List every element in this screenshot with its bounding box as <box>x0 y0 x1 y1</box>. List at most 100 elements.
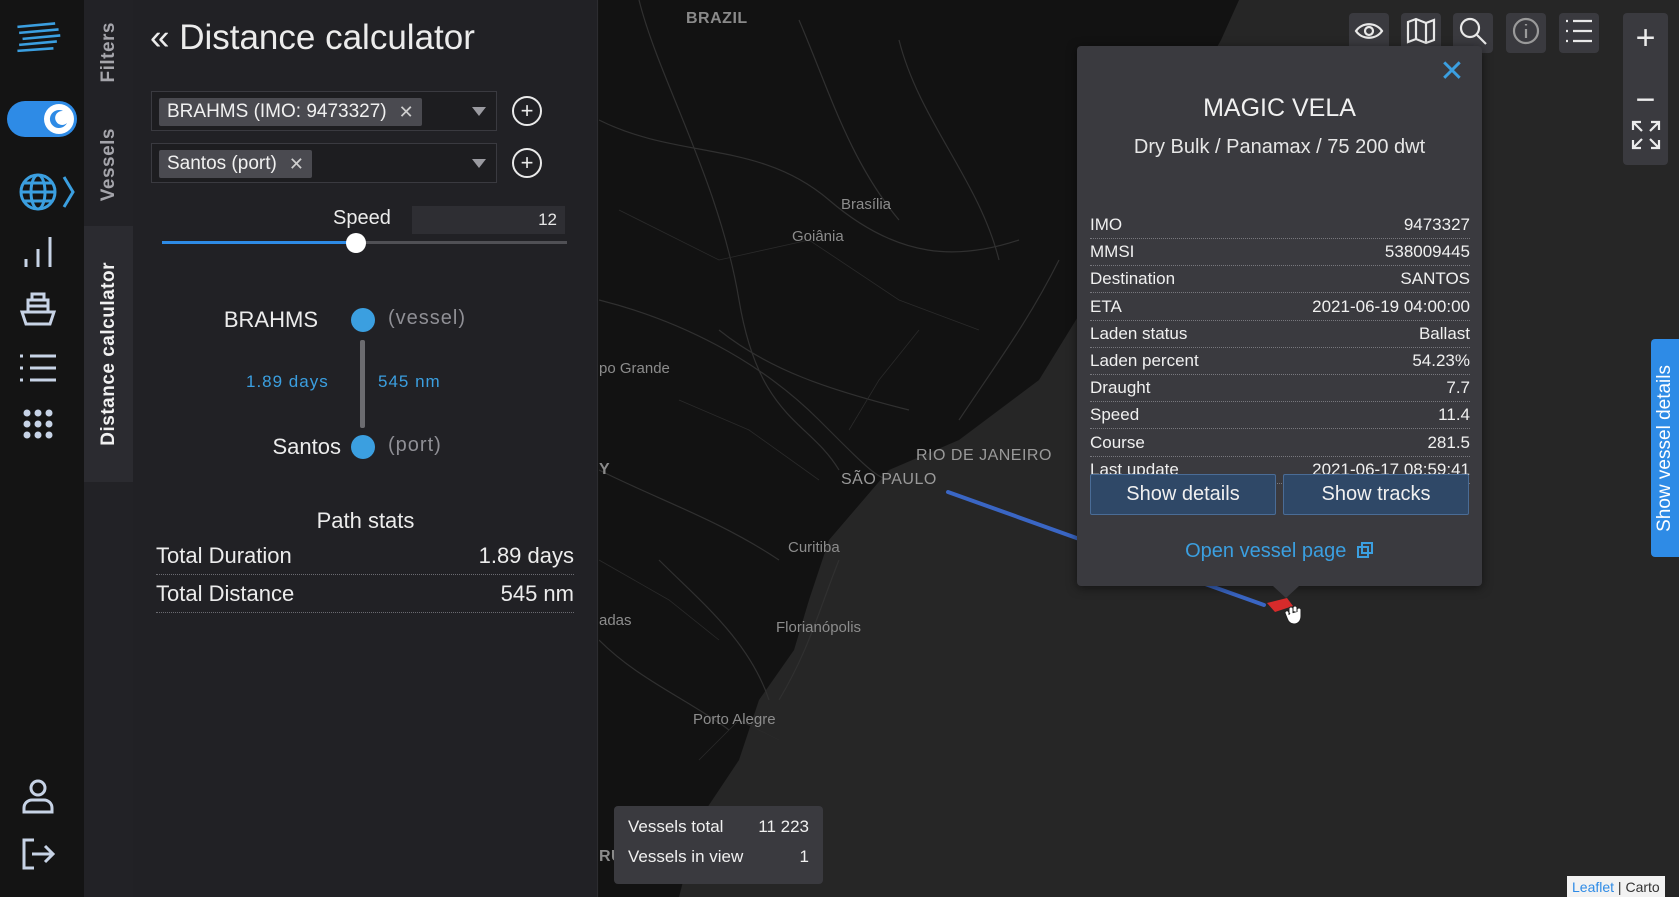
leg-distance: 545 nm <box>378 372 441 391</box>
info-value: 2021-06-19 04:00:00 <box>1312 296 1470 316</box>
theme-toggle[interactable] <box>7 101 77 137</box>
tab-vessels[interactable]: Vessels <box>84 110 133 220</box>
map-label: RIO DE JANEIRO <box>916 447 1052 464</box>
vessel-counters: Vessels total 11 223 Vessels in view 1 <box>614 806 823 884</box>
speed-input[interactable] <box>412 206 565 234</box>
vessel-popup: ✕ MAGIC VELA Dry Bulk / Panamax / 75 200… <box>1077 46 1482 598</box>
tab-filters[interactable]: Filters <box>84 0 133 105</box>
origin-chip-label: BRAHMS (IMO: 9473327) <box>167 101 387 122</box>
sidebar-tabs: Filters Vessels Distance calculator <box>84 0 133 897</box>
info-value: 281.5 <box>1427 432 1470 452</box>
map-icon <box>1406 17 1436 50</box>
chart-icon[interactable] <box>14 228 62 276</box>
origin-select[interactable]: BRAHMS (IMO: 9473327) ✕ <box>151 91 497 131</box>
tab-distance-calculator[interactable]: Distance calculator <box>84 226 133 482</box>
counter-row: Vessels in view 1 <box>628 842 809 872</box>
map-attribution: Leaflet | Carto <box>1567 876 1665 897</box>
map-label: Porto Alegre <box>693 711 776 728</box>
add-point-button[interactable]: + <box>512 148 542 178</box>
info-label: Destination <box>1090 269 1176 289</box>
close-icon[interactable]: ✕ <box>1438 57 1466 87</box>
show-tracks-button[interactable]: Show tracks <box>1283 474 1469 515</box>
carto-link[interactable]: Carto <box>1625 879 1659 895</box>
vessel-info-row: Speed 11.4 <box>1090 402 1470 430</box>
info-value: 9473327 <box>1403 215 1470 234</box>
add-point-button[interactable]: + <box>512 96 542 126</box>
destination-select[interactable]: Santos (port) ✕ <box>151 143 497 183</box>
vessel-info-row: MMSI 538009445 <box>1090 239 1470 267</box>
info-label: IMO <box>1090 215 1123 234</box>
info-value: 538009445 <box>1384 242 1470 262</box>
counter-label: Vessels total <box>628 817 724 836</box>
stat-row: Total Duration 1.89 days <box>156 537 574 575</box>
remove-chip-icon[interactable]: ✕ <box>399 102 414 123</box>
map-label: BRAZIL <box>686 10 748 27</box>
speed-slider-handle[interactable] <box>346 233 367 253</box>
counter-value: 11 223 <box>758 817 809 836</box>
vessel-info-row: ETA 2021-06-19 04:00:00 <box>1090 294 1470 321</box>
chevron-down-icon[interactable] <box>472 159 486 168</box>
zoom-in-button[interactable]: + <box>1623 13 1668 63</box>
expand-icon <box>1631 120 1661 159</box>
info-label: Laden status <box>1090 323 1188 343</box>
vessel-info-row: Course 281.5 <box>1090 430 1470 457</box>
speed-slider-fill <box>162 241 357 244</box>
counter-label: Vessels in view <box>628 847 744 866</box>
origin-chip: BRAHMS (IMO: 9473327) ✕ <box>159 98 422 126</box>
legend-button[interactable] <box>1559 13 1599 53</box>
info-label: MMSI <box>1090 242 1135 262</box>
map-label: SÃO PAULO <box>841 471 937 488</box>
path-stats-title: Path stats <box>316 508 415 533</box>
info-value: 11.4 <box>1438 405 1470 425</box>
destination-name: Santos <box>272 434 342 459</box>
destination-type: (port) <box>388 434 442 456</box>
fullscreen-button[interactable] <box>1623 113 1668 165</box>
panel-title[interactable]: « Distance calculator <box>150 18 475 58</box>
icon-rail <box>0 0 84 897</box>
attribution-separator: | <box>1614 878 1626 895</box>
leaflet-link[interactable]: Leaflet <box>1572 879 1614 895</box>
origin-type: (vessel) <box>388 307 467 329</box>
info-button[interactable] <box>1506 13 1546 53</box>
logout-icon[interactable] <box>14 830 62 878</box>
info-value: Ballast <box>1418 323 1470 343</box>
zoom-control: + − <box>1623 13 1668 165</box>
list-icon[interactable] <box>14 344 62 392</box>
external-link-icon <box>1356 541 1374 565</box>
eye-icon <box>1354 19 1384 48</box>
open-vessel-page-link[interactable]: Open vessel page <box>1077 540 1482 565</box>
destination-chip: Santos (port) ✕ <box>159 150 312 178</box>
ship-icon[interactable] <box>14 286 62 334</box>
counter-value: 1 <box>799 847 809 866</box>
globe-icon[interactable] <box>16 168 78 216</box>
info-value: SANTOS <box>1400 269 1470 289</box>
map-label: Curitiba <box>788 539 840 556</box>
apps-icon[interactable] <box>14 400 62 448</box>
map-label: Y <box>599 461 611 478</box>
info-label: ETA <box>1090 296 1122 316</box>
info-label: Course <box>1090 432 1145 452</box>
vessel-info-row: IMO 9473327 <box>1090 212 1470 239</box>
logo-icon[interactable] <box>14 14 62 62</box>
info-value: 7.7 <box>1446 378 1470 398</box>
chevron-down-icon[interactable] <box>472 107 486 116</box>
open-vessel-page-label: Open vessel page <box>1185 540 1347 562</box>
user-icon[interactable] <box>14 772 62 820</box>
remove-chip-icon[interactable]: ✕ <box>289 154 304 175</box>
vessel-info-row: Laden percent 54.23% <box>1090 348 1470 375</box>
vessel-name: MAGIC VELA <box>1203 94 1356 122</box>
show-details-button[interactable]: Show details <box>1090 474 1276 515</box>
map-label: adas <box>599 612 632 629</box>
vessel-info-row: Destination SANTOS <box>1090 266 1470 294</box>
speed-label: Speed <box>333 207 391 229</box>
info-icon <box>1511 16 1541 51</box>
vessel-info-row: Laden status Ballast <box>1090 321 1470 348</box>
info-label: Draught <box>1090 378 1151 398</box>
show-vessel-details-tab[interactable]: Show vessel details <box>1651 339 1679 557</box>
info-label: Speed <box>1090 405 1140 425</box>
stat-label: Total Distance <box>156 580 295 606</box>
stat-label: Total Duration <box>156 542 292 568</box>
leg-duration: 1.89 days <box>246 372 329 391</box>
counter-row: Vessels total 11 223 <box>628 812 809 842</box>
moon-icon <box>44 104 74 134</box>
